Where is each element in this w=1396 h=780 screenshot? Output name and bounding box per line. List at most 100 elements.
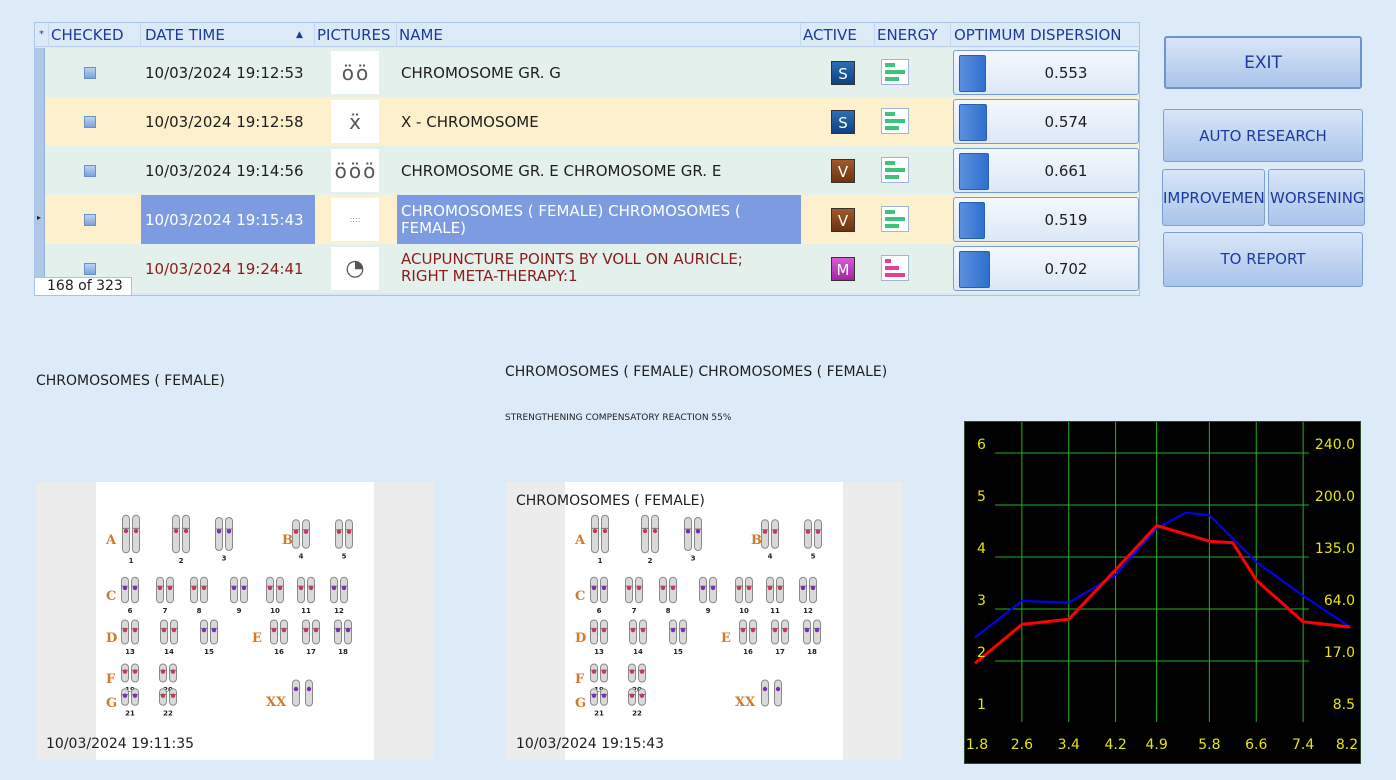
row-selector[interactable]: ▸ xyxy=(35,195,45,244)
active-badge: V xyxy=(831,159,855,183)
row-name: ACUPUNCTURE POINTS BY VOLL ON AURICLE; R… xyxy=(401,250,743,285)
column-header-optimum-dispersion[interactable]: OPTIMUM DISPERSION xyxy=(951,23,1139,47)
chromosome-marker xyxy=(777,585,783,591)
chromosome-marker xyxy=(157,585,163,591)
column-header-energy[interactable]: ENERGY xyxy=(875,23,951,47)
karyotype-diagram: A1 2 3B4 5C6 7 8 9 10 11 12D13 14 15E16 17 18F19 20G21… xyxy=(574,514,822,717)
chromosome xyxy=(804,519,812,549)
dispersion-meter: 0.702 xyxy=(953,246,1139,291)
dispersion-meter: 0.574 xyxy=(953,99,1139,144)
row-selector[interactable] xyxy=(35,48,45,97)
chromosome xyxy=(182,514,190,554)
chromosome-marker xyxy=(132,669,138,674)
chromosome-marker xyxy=(132,693,138,698)
dispersion-value: 0.519 xyxy=(1044,211,1088,229)
chromosome-marker xyxy=(670,627,676,633)
chromosome-marker xyxy=(746,585,752,591)
chromosome-number: 22 xyxy=(632,709,642,717)
chromosome-marker xyxy=(170,693,176,698)
left-panel-title: CHROMOSOMES ( FEMALE) xyxy=(36,373,225,389)
energy-bars-icon xyxy=(881,59,909,85)
row-picture-thumbnail: ◔ xyxy=(331,247,379,290)
middle-panel-title: CHROMOSOMES ( FEMALE) CHROMOSOMES ( FEMA… xyxy=(505,364,888,380)
chromosome-number: 7 xyxy=(632,607,637,615)
chromosome xyxy=(641,514,649,554)
chromosome-marker xyxy=(626,585,632,591)
chromosome-marker xyxy=(814,627,820,633)
karyotype-group-label: F xyxy=(575,672,585,687)
chromosome-number: 15 xyxy=(204,648,214,656)
chromosome-number: 7 xyxy=(163,607,168,615)
chromosome-marker xyxy=(629,693,635,698)
table-row[interactable]: 10/03/2024 19:24:41 ◔ ACUPUNCTURE POINTS… xyxy=(35,244,1139,293)
chromosome xyxy=(771,519,779,549)
chromosome-number: 11 xyxy=(770,607,780,615)
dispersion-meter: 0.519 xyxy=(953,197,1139,242)
chromosome xyxy=(761,519,769,549)
row-checkbox[interactable] xyxy=(84,165,96,177)
chromosome-marker xyxy=(201,585,207,591)
row-checkbox[interactable] xyxy=(84,263,96,275)
chromosome-marker xyxy=(313,627,319,633)
improvement-button[interactable]: IMPROVEMENT xyxy=(1162,169,1265,226)
dispersion-meter: 0.661 xyxy=(953,148,1139,193)
chromosome-marker xyxy=(591,669,597,674)
reaction-label: STRENGTHENING COMPENSATORY REACTION 55% xyxy=(505,413,732,423)
table-row[interactable]: 10/03/2024 19:12:58 ẍ X - CHROMOSOME S 0… xyxy=(35,97,1139,146)
column-header-datetime[interactable]: DATE TIME ▲ xyxy=(141,23,315,47)
right-panel-overlay-title: CHROMOSOMES ( FEMALE) xyxy=(516,493,705,509)
column-header-active[interactable]: ACTIVE xyxy=(801,23,875,47)
table-header: * CHECKED DATE TIME ▲ PICTURES NAME ACTI… xyxy=(35,23,1139,47)
chromosome-marker xyxy=(601,693,607,698)
table-row-selected[interactable]: ▸ 10/03/2024 19:15:43 :::: CHROMOSOMES (… xyxy=(35,195,1139,244)
row-selector[interactable] xyxy=(35,97,45,146)
karyotype-group-label: G xyxy=(575,696,586,711)
chromosome-number: 18 xyxy=(338,648,348,656)
chromosome-marker xyxy=(306,686,312,692)
row-name: CHROMOSOME GR. E CHROMOSOME GR. E xyxy=(401,161,722,180)
chromosome xyxy=(292,519,300,549)
chromosome-number: 17 xyxy=(306,648,316,656)
chromosome-number: 3 xyxy=(691,555,696,563)
chromosome-marker xyxy=(336,529,342,534)
column-header-checked[interactable]: CHECKED xyxy=(49,23,141,47)
chromosome-number: 12 xyxy=(803,607,813,615)
chromosome xyxy=(774,679,782,707)
dispersion-bar xyxy=(959,55,986,92)
to-report-button[interactable]: TO REPORT xyxy=(1163,232,1363,287)
chromosome-marker xyxy=(216,529,222,534)
chromosome-marker xyxy=(293,686,299,692)
row-checkbox[interactable] xyxy=(84,214,96,226)
row-picture-thumbnail: :::: xyxy=(331,198,379,241)
row-selector[interactable] xyxy=(35,146,45,195)
karyotype-group-label: E xyxy=(252,631,262,646)
chromosome-marker xyxy=(171,627,177,633)
graph-left-axis-label: 2 xyxy=(977,645,986,661)
table-row[interactable]: 10/03/2024 19:14:56 ӧӧӧ CHROMOSOME GR. E… xyxy=(35,146,1139,195)
row-datetime: 10/03/2024 19:12:53 xyxy=(145,63,304,82)
chromosome-marker xyxy=(341,585,347,591)
chromosome-marker xyxy=(740,627,746,633)
chromosome-marker xyxy=(122,693,128,698)
row-checkbox[interactable] xyxy=(84,67,96,79)
chromosome xyxy=(132,514,140,554)
chromosome-marker xyxy=(167,585,173,591)
column-header-pictures[interactable]: PICTURES xyxy=(315,23,397,47)
chromosome-number: 21 xyxy=(125,709,135,717)
worsening-button[interactable]: WORSENING xyxy=(1268,169,1365,226)
graph-x-axis-label: 4.9 xyxy=(1146,737,1168,753)
chromosome-marker xyxy=(281,627,287,633)
chromosome-marker xyxy=(345,627,351,633)
chromosome-marker xyxy=(700,585,706,591)
karyotype-group-label: A xyxy=(105,533,117,548)
chromosome-marker xyxy=(277,585,283,591)
chromosome-marker xyxy=(601,669,607,674)
table-row[interactable]: 10/03/2024 19:12:53 ӧӧ CHROMOSOME GR. G … xyxy=(35,48,1139,97)
chromosome-marker xyxy=(122,627,128,633)
chromosome-marker xyxy=(750,627,756,633)
row-checkbox[interactable] xyxy=(84,116,96,128)
auto-research-button[interactable]: AUTO RESEARCH xyxy=(1163,109,1363,162)
column-header-name[interactable]: NAME xyxy=(397,23,801,47)
exit-button[interactable]: EXIT xyxy=(1164,36,1362,89)
chromosome-number: 8 xyxy=(666,607,671,615)
